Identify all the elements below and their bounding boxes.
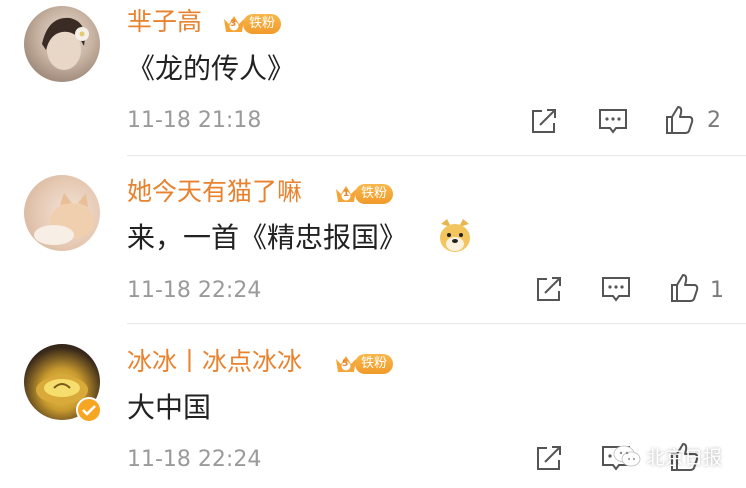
badge-level: 1 — [343, 189, 350, 199]
avatar[interactable] — [24, 6, 100, 82]
watermark: 北京日报 — [612, 441, 722, 471]
timestamp: 11-18 21:18 — [127, 108, 262, 133]
comment-text: 大中国 — [127, 391, 212, 424]
wechat-icon — [612, 443, 642, 469]
badge-level: 5 — [342, 359, 349, 369]
verified-icon — [76, 397, 102, 423]
badge-level: 3 — [230, 19, 237, 29]
divider — [127, 155, 746, 156]
share-icon[interactable] — [532, 441, 566, 475]
badge-label: 铁粉 — [243, 14, 282, 34]
doge-emoji-icon — [435, 216, 475, 256]
crown-icon: 1 — [333, 181, 359, 207]
avatar[interactable] — [24, 175, 100, 251]
timestamp: 11-18 22:24 — [127, 447, 262, 472]
fan-badge[interactable]: 3 铁粉 — [221, 11, 282, 37]
username[interactable]: 她今天有猫了嘛 — [127, 177, 302, 207]
comment-text: 来，一首《精忠报国》 — [127, 221, 408, 254]
comment-icon[interactable] — [596, 104, 630, 138]
share-icon[interactable] — [527, 104, 561, 138]
like-count: 2 — [707, 108, 721, 133]
crown-icon: 5 — [333, 351, 359, 377]
username[interactable]: 芈子高 — [127, 7, 202, 37]
like-icon[interactable] — [667, 271, 701, 305]
fan-badge[interactable]: 1 铁粉 — [333, 181, 394, 207]
comment-text: 《龙的传人》 — [127, 52, 296, 85]
comment-icon[interactable] — [599, 272, 633, 306]
badge-label: 铁粉 — [355, 184, 394, 204]
like-count: 1 — [710, 278, 724, 303]
username[interactable]: 冰冰丨冰点冰冰 — [127, 347, 302, 377]
share-icon[interactable] — [532, 272, 566, 306]
fan-badge[interactable]: 5 铁粉 — [333, 351, 394, 377]
timestamp: 11-18 22:24 — [127, 278, 262, 303]
divider — [127, 323, 746, 324]
crown-icon: 3 — [221, 11, 247, 37]
watermark-text: 北京日报 — [646, 446, 723, 469]
like-icon[interactable] — [662, 103, 696, 137]
badge-label: 铁粉 — [355, 354, 394, 374]
